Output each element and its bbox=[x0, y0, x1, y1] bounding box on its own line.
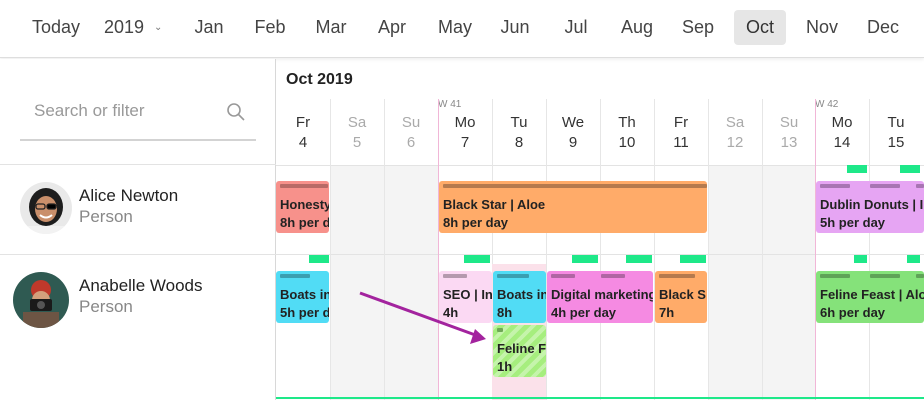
drag-arrow-icon bbox=[359, 291, 486, 344]
